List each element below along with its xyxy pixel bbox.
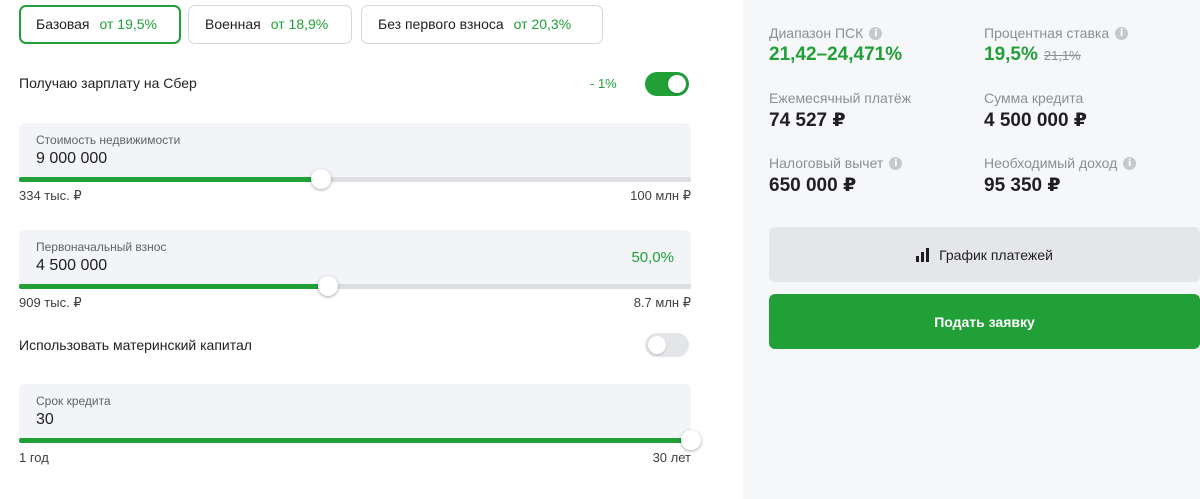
info-icon[interactable]: i xyxy=(1123,156,1137,170)
psk-value: 21,42–24,471% xyxy=(769,44,903,65)
psk-stat: Диапазон ПСК i 21,42–24,471% xyxy=(769,25,902,66)
tax-deduction-label: Налоговый вычет xyxy=(769,155,884,171)
tab-basic-rate: от 19,5% xyxy=(99,16,157,32)
loan-amount-label: Сумма кредита xyxy=(984,90,1084,106)
bar-chart-icon xyxy=(916,247,930,262)
term-field[interactable]: Срок кредита 30 xyxy=(19,384,691,439)
tab-no-down-payment-label: Без первого взноса xyxy=(378,16,504,32)
summary-panel: Диапазон ПСК i 21,42–24,471% Процентная с… xyxy=(743,0,1200,499)
salary-toggle[interactable] xyxy=(645,72,689,96)
required-income-value: 95 350 ₽ xyxy=(984,175,1061,196)
down-payment-min: 909 тыс. ₽ xyxy=(19,295,82,310)
property-cost-label: Стоимость недвижимости xyxy=(36,133,181,147)
monthly-payment-stat: Ежемесячный платёж 74 527 ₽ xyxy=(769,90,911,132)
slider-thumb[interactable] xyxy=(311,169,332,189)
property-cost-max: 100 млн ₽ xyxy=(630,188,691,203)
apply-button[interactable]: Подать заявку xyxy=(769,294,1200,349)
down-payment-slider[interactable] xyxy=(19,276,691,296)
loan-amount-stat: Сумма кредита 4 500 000 ₽ xyxy=(984,90,1087,132)
term-max: 30 лет xyxy=(652,450,691,465)
property-cost-field[interactable]: Стоимость недвижимости 9 000 000 xyxy=(19,123,691,178)
payment-schedule-button[interactable]: График платежей xyxy=(769,227,1200,282)
term-value: 30 xyxy=(36,411,54,428)
down-payment-max: 8.7 млн ₽ xyxy=(633,295,691,310)
tab-military-rate: от 18,9% xyxy=(270,16,329,32)
apply-label: Подать заявку xyxy=(934,313,1035,330)
rate-stat: Процентная ставка i 19,5% 21,1% xyxy=(984,25,1129,66)
info-icon[interactable]: i xyxy=(869,26,883,40)
down-payment-field[interactable]: Первоначальный взнос 4 500 000 50,0% xyxy=(19,230,691,285)
required-income-label: Необходимый доход xyxy=(984,155,1118,171)
monthly-payment-value: 74 527 ₽ xyxy=(769,110,846,131)
rate-old-value: 21,1% xyxy=(1043,48,1081,63)
tax-deduction-stat: Налоговый вычет i 650 000 ₽ xyxy=(769,155,903,197)
tab-military-label: Военная xyxy=(205,16,261,32)
tab-no-down-payment-rate: от 20,3% xyxy=(513,16,572,32)
term-min: 1 год xyxy=(19,450,49,465)
tab-no-down-payment[interactable]: Без первого взноса от 20,3% xyxy=(361,5,603,44)
property-cost-value: 9 000 000 xyxy=(36,150,108,167)
tab-military[interactable]: Военная от 18,9% xyxy=(188,5,352,44)
term-label: Срок кредита xyxy=(36,394,111,408)
maternity-label: Использовать материнский капитал xyxy=(19,337,252,353)
tab-basic[interactable]: Базовая от 19,5% xyxy=(19,5,181,44)
salary-discount: - 1% xyxy=(590,76,617,91)
property-cost-slider[interactable] xyxy=(19,169,691,189)
salary-label: Получаю зарплату на Сбер xyxy=(19,75,197,91)
slider-fill xyxy=(19,177,322,182)
maternity-toggle[interactable] xyxy=(645,333,689,357)
payment-schedule-label: График платежей xyxy=(939,246,1053,263)
rate-value: 19,5% xyxy=(984,44,1038,65)
down-payment-percent: 50,0% xyxy=(631,249,674,266)
tab-basic-label: Базовая xyxy=(36,16,90,32)
psk-label: Диапазон ПСК xyxy=(769,25,864,41)
info-icon[interactable]: i xyxy=(889,156,903,170)
slider-fill xyxy=(19,284,329,289)
monthly-payment-label: Ежемесячный платёж xyxy=(769,90,912,106)
required-income-stat: Необходимый доход i 95 350 ₽ xyxy=(984,155,1137,197)
rate-label: Процентная ставка xyxy=(984,25,1110,41)
property-cost-min: 334 тыс. ₽ xyxy=(19,188,82,203)
toggle-knob xyxy=(648,336,666,354)
loan-amount-value: 4 500 000 ₽ xyxy=(984,110,1088,131)
toggle-knob xyxy=(668,75,686,93)
info-icon[interactable]: i xyxy=(1115,26,1129,40)
down-payment-label: Первоначальный взнос xyxy=(36,240,167,254)
term-slider[interactable] xyxy=(19,430,701,450)
down-payment-value: 4 500 000 xyxy=(36,257,108,274)
slider-fill xyxy=(19,438,691,443)
slider-thumb[interactable] xyxy=(681,430,701,450)
slider-thumb[interactable] xyxy=(318,276,339,296)
tax-deduction-value: 650 000 ₽ xyxy=(769,175,857,196)
